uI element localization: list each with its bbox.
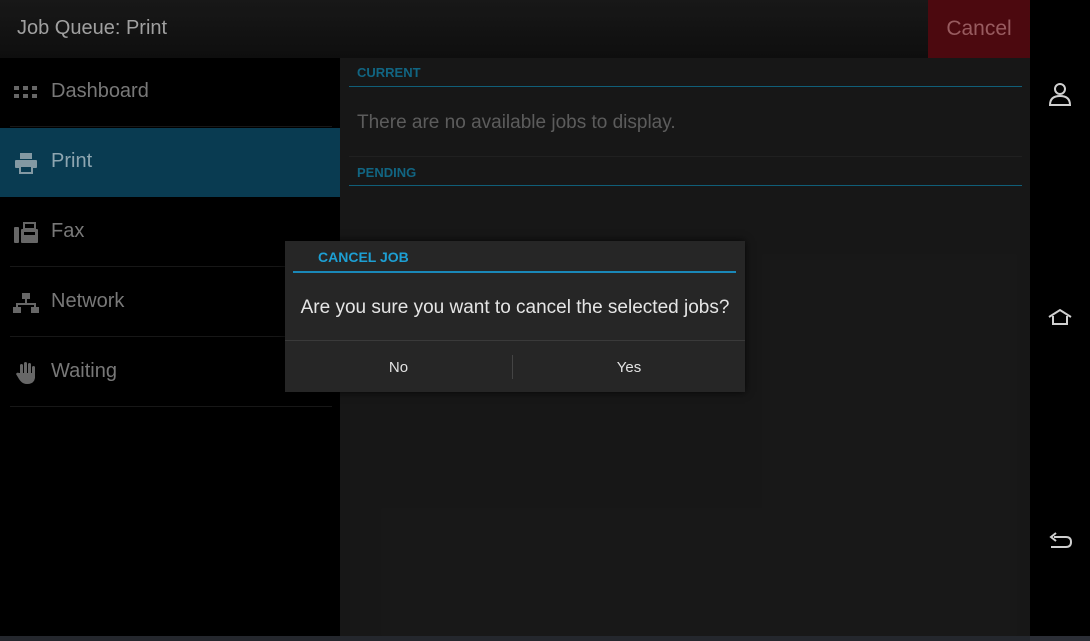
cancel-job-dialog: CANCEL JOB Are you sure you want to canc… bbox=[285, 241, 745, 392]
dialog-message: Are you sure you want to cancel the sele… bbox=[300, 297, 730, 318]
user-icon[interactable] bbox=[1047, 81, 1073, 107]
yes-button[interactable]: Yes bbox=[513, 341, 745, 393]
dialog-button-bar: No Yes bbox=[285, 340, 745, 393]
dialog-title-divider bbox=[293, 271, 736, 273]
home-icon[interactable] bbox=[1047, 305, 1073, 331]
dialog-title: CANCEL JOB bbox=[318, 249, 409, 265]
back-icon[interactable] bbox=[1047, 528, 1073, 554]
system-nav-bar bbox=[1030, 0, 1090, 641]
no-button[interactable]: No bbox=[285, 341, 512, 393]
